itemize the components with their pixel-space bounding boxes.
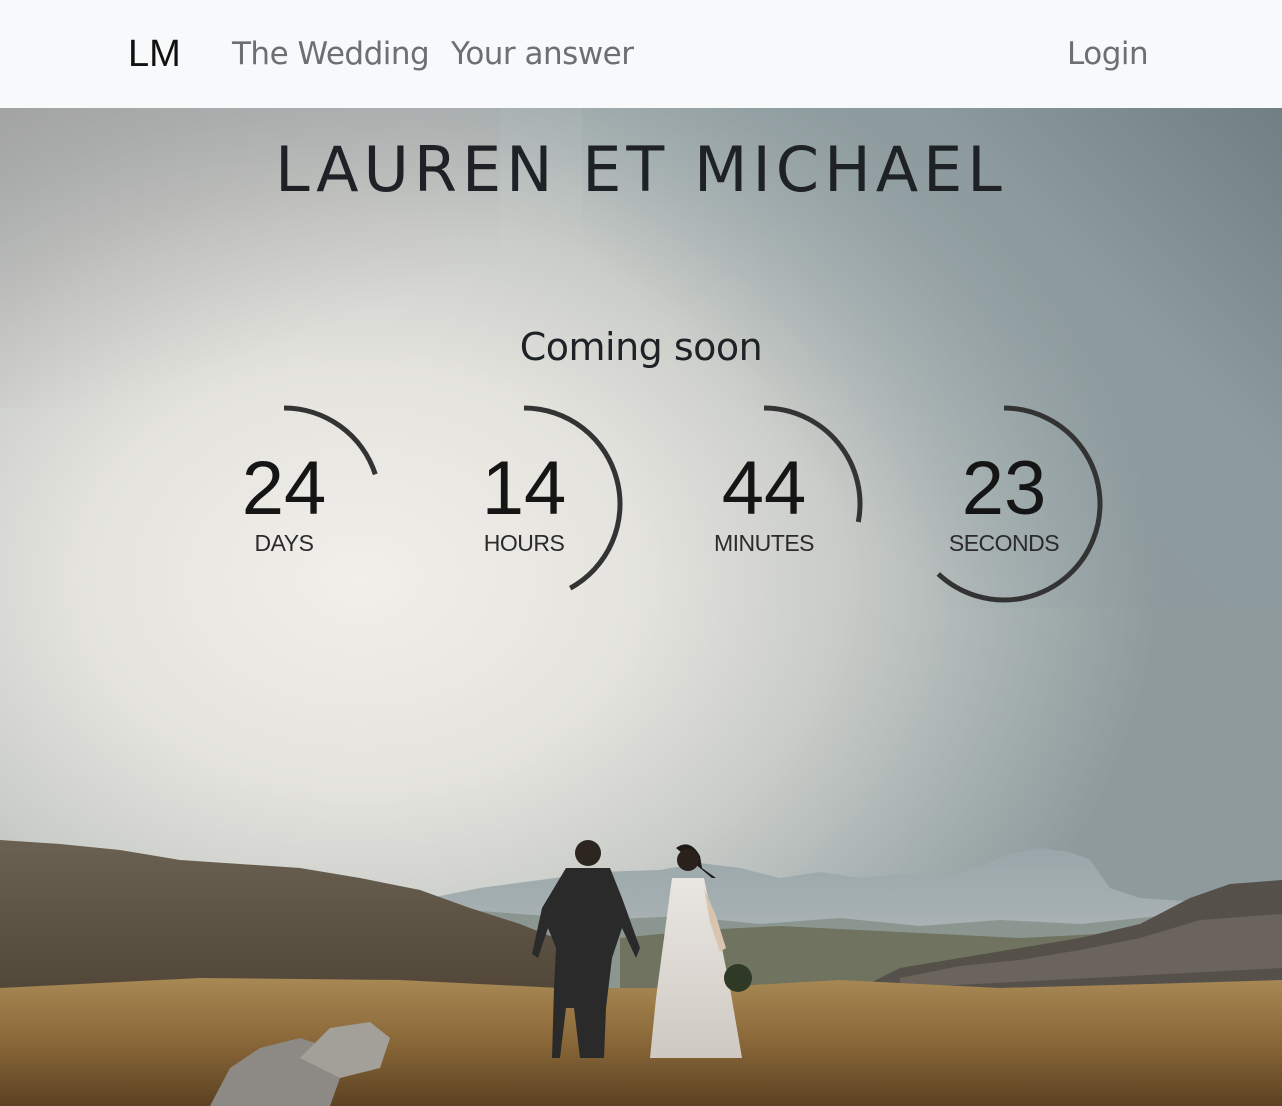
- login-link[interactable]: Login: [1067, 34, 1149, 74]
- seconds-label: SECONDS: [948, 530, 1060, 556]
- days-value: 24: [241, 446, 327, 531]
- countdown-hours: 14 HOURS: [424, 404, 624, 604]
- hours-label: HOURS: [483, 530, 565, 556]
- wedding-couple-photo: [0, 840, 1282, 1106]
- countdown-minutes: 44 MINUTES: [664, 404, 864, 604]
- hours-value: 14: [481, 446, 567, 531]
- coming-soon-subtitle: Coming soon: [519, 325, 763, 369]
- nav-link-the-wedding[interactable]: The Wedding: [232, 34, 430, 74]
- minutes-label: MINUTES: [714, 530, 815, 556]
- navbar: LM The Wedding Your answer Login: [0, 0, 1282, 108]
- seconds-value: 23: [961, 446, 1047, 531]
- nav-link-your-answer[interactable]: Your answer: [451, 34, 634, 74]
- hero-section: LAUREN ET MICHAEL Coming soon 24 DAYS 14…: [0, 108, 1282, 1106]
- page-title: LAUREN ET MICHAEL: [275, 133, 1007, 206]
- brand-logo[interactable]: LM: [128, 30, 181, 78]
- countdown-days: 24 DAYS: [184, 404, 384, 604]
- minutes-value: 44: [721, 446, 807, 531]
- countdown-seconds: 23 SECONDS: [904, 404, 1104, 604]
- days-label: DAYS: [254, 530, 314, 556]
